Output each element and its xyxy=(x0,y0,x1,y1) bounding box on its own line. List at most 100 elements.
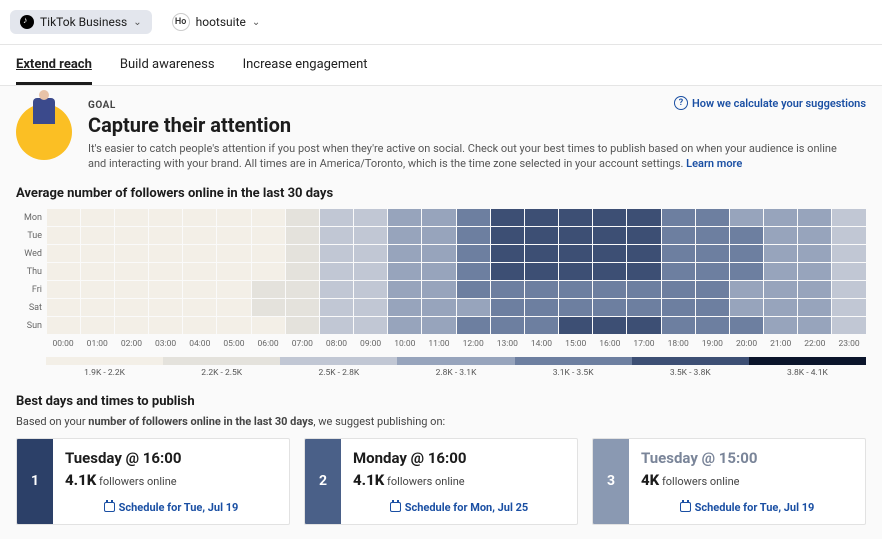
heatmap-cell[interactable] xyxy=(252,263,285,280)
heatmap-cell[interactable] xyxy=(217,209,250,226)
heatmap-cell[interactable] xyxy=(183,245,216,262)
heatmap-cell[interactable] xyxy=(798,281,831,298)
heatmap-cell[interactable] xyxy=(115,263,148,280)
schedule-button[interactable]: Schedule for Tue, Jul 19 xyxy=(65,501,277,514)
heatmap-cell[interactable] xyxy=(696,263,729,280)
heatmap-cell[interactable] xyxy=(457,245,490,262)
heatmap-cell[interactable] xyxy=(149,299,182,316)
heatmap-cell[interactable] xyxy=(47,263,80,280)
heatmap-cell[interactable] xyxy=(491,317,524,334)
heatmap-cell[interactable] xyxy=(252,299,285,316)
heatmap-cell[interactable] xyxy=(217,263,250,280)
account-type-dropdown[interactable]: TikTok Business ⌄ xyxy=(10,10,152,34)
heatmap-cell[interactable] xyxy=(252,209,285,226)
heatmap-cell[interactable] xyxy=(593,299,626,316)
heatmap-cell[interactable] xyxy=(593,281,626,298)
heatmap-cell[interactable] xyxy=(764,209,797,226)
help-link[interactable]: ? How we calculate your suggestions xyxy=(674,96,866,110)
heatmap-cell[interactable] xyxy=(47,317,80,334)
heatmap-cell[interactable] xyxy=(149,209,182,226)
heatmap-cell[interactable] xyxy=(662,299,695,316)
heatmap-cell[interactable] xyxy=(81,317,114,334)
heatmap-cell[interactable] xyxy=(559,227,592,244)
heatmap-cell[interactable] xyxy=(320,299,353,316)
heatmap-cell[interactable] xyxy=(798,299,831,316)
heatmap-cell[interactable] xyxy=(217,299,250,316)
heatmap-cell[interactable] xyxy=(115,209,148,226)
heatmap-cell[interactable] xyxy=(354,317,387,334)
heatmap-cell[interactable] xyxy=(217,317,250,334)
heatmap-cell[interactable] xyxy=(286,209,319,226)
heatmap-cell[interactable] xyxy=(730,317,763,334)
heatmap-cell[interactable] xyxy=(115,299,148,316)
heatmap-cell[interactable] xyxy=(47,281,80,298)
heatmap-cell[interactable] xyxy=(696,299,729,316)
heatmap-cell[interactable] xyxy=(525,245,558,262)
heatmap-cell[interactable] xyxy=(764,281,797,298)
heatmap-cell[interactable] xyxy=(764,299,797,316)
heatmap-cell[interactable] xyxy=(798,317,831,334)
heatmap-cell[interactable] xyxy=(696,245,729,262)
heatmap-cell[interactable] xyxy=(47,245,80,262)
heatmap-cell[interactable] xyxy=(559,209,592,226)
heatmap-cell[interactable] xyxy=(593,227,626,244)
heatmap-cell[interactable] xyxy=(320,209,353,226)
heatmap-cell[interactable] xyxy=(388,227,421,244)
heatmap-cell[interactable] xyxy=(217,227,250,244)
heatmap-cell[interactable] xyxy=(286,281,319,298)
heatmap-cell[interactable] xyxy=(627,209,660,226)
heatmap-cell[interactable] xyxy=(422,245,455,262)
heatmap-cell[interactable] xyxy=(388,317,421,334)
heatmap-cell[interactable] xyxy=(354,281,387,298)
heatmap-cell[interactable] xyxy=(832,209,865,226)
heatmap-cell[interactable] xyxy=(183,263,216,280)
heatmap-cell[interactable] xyxy=(320,281,353,298)
heatmap-cell[interactable] xyxy=(252,245,285,262)
heatmap-cell[interactable] xyxy=(491,299,524,316)
heatmap-cell[interactable] xyxy=(832,263,865,280)
heatmap-cell[interactable] xyxy=(115,317,148,334)
heatmap-cell[interactable] xyxy=(320,227,353,244)
heatmap-cell[interactable] xyxy=(764,245,797,262)
heatmap-cell[interactable] xyxy=(525,317,558,334)
heatmap-cell[interactable] xyxy=(286,245,319,262)
heatmap-cell[interactable] xyxy=(525,299,558,316)
profile-dropdown[interactable]: Ho hootsuite ⌄ xyxy=(162,8,271,36)
heatmap-cell[interactable] xyxy=(798,245,831,262)
heatmap-cell[interactable] xyxy=(662,245,695,262)
heatmap-cell[interactable] xyxy=(798,209,831,226)
heatmap-cell[interactable] xyxy=(559,317,592,334)
heatmap-cell[interactable] xyxy=(422,263,455,280)
heatmap-cell[interactable] xyxy=(81,299,114,316)
heatmap-cell[interactable] xyxy=(662,209,695,226)
heatmap-cell[interactable] xyxy=(696,317,729,334)
heatmap-cell[interactable] xyxy=(388,245,421,262)
heatmap-cell[interactable] xyxy=(730,299,763,316)
tab-extend-reach[interactable]: Extend reach xyxy=(16,57,92,85)
heatmap-cell[interactable] xyxy=(696,281,729,298)
heatmap-cell[interactable] xyxy=(354,209,387,226)
heatmap-cell[interactable] xyxy=(662,263,695,280)
heatmap-cell[interactable] xyxy=(832,281,865,298)
heatmap-cell[interactable] xyxy=(320,245,353,262)
heatmap-cell[interactable] xyxy=(217,281,250,298)
heatmap-cell[interactable] xyxy=(525,227,558,244)
heatmap-cell[interactable] xyxy=(115,245,148,262)
heatmap-cell[interactable] xyxy=(730,245,763,262)
heatmap-cell[interactable] xyxy=(81,263,114,280)
heatmap-cell[interactable] xyxy=(183,317,216,334)
heatmap-cell[interactable] xyxy=(696,209,729,226)
heatmap-cell[interactable] xyxy=(457,281,490,298)
heatmap-cell[interactable] xyxy=(388,209,421,226)
heatmap-cell[interactable] xyxy=(832,245,865,262)
heatmap-cell[interactable] xyxy=(47,299,80,316)
heatmap-cell[interactable] xyxy=(457,227,490,244)
heatmap-cell[interactable] xyxy=(627,281,660,298)
heatmap-cell[interactable] xyxy=(422,317,455,334)
heatmap-cell[interactable] xyxy=(559,245,592,262)
heatmap-cell[interactable] xyxy=(47,227,80,244)
heatmap-cell[interactable] xyxy=(764,317,797,334)
heatmap-cell[interactable] xyxy=(183,227,216,244)
heatmap-cell[interactable] xyxy=(457,209,490,226)
heatmap-cell[interactable] xyxy=(662,227,695,244)
